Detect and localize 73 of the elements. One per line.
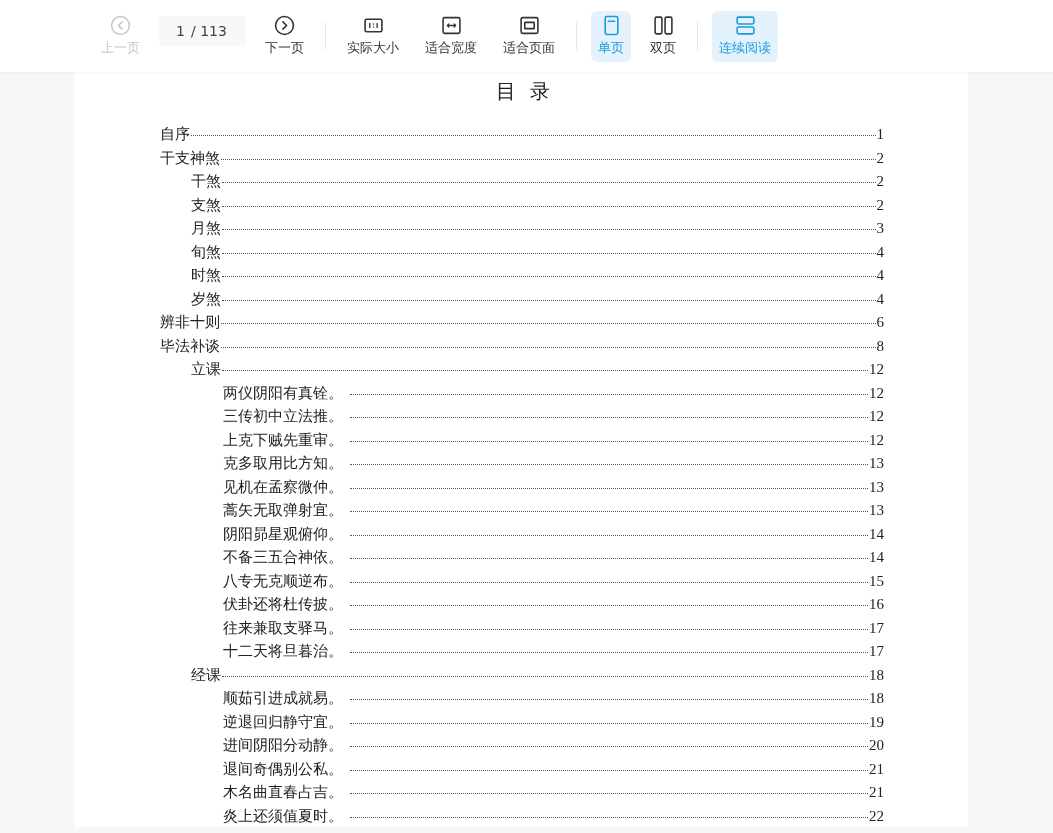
back-icon <box>110 14 131 36</box>
contents-title: 目 录 <box>494 78 555 105</box>
page-number: 16 <box>869 596 884 613</box>
toc-entry-title[interactable]: 不备三五合神依。 <box>223 548 343 567</box>
toc-entry-title[interactable]: 立课 <box>191 360 221 379</box>
page-number: 21 <box>869 784 884 801</box>
page-number: 2 <box>876 173 884 190</box>
page-number: 18 <box>869 690 884 707</box>
page-number: 22 <box>869 807 884 825</box>
toc-entry-title[interactable]: 蒿矢无取弹射宜。 <box>223 501 343 520</box>
toc-entry-title[interactable]: 两仪阴阳有真铨。 <box>223 383 343 403</box>
page-number: 4 <box>876 243 884 261</box>
toc-entry-title[interactable]: 进间阴阳分动静。 <box>223 736 343 755</box>
toc-entry-title[interactable]: 炎上还须值夏时。 <box>223 806 343 826</box>
toc-entry-title[interactable]: 克多取用比方知。 <box>223 454 343 473</box>
toolbar-button[interactable]: 适合页面 <box>496 10 562 62</box>
page-number: 13 <box>869 478 884 496</box>
toc-entry-title[interactable]: 干支神煞 <box>160 148 220 168</box>
page-number: 1 <box>876 126 884 143</box>
toc-entry-title[interactable]: 毕法补谈 <box>160 336 220 356</box>
toc-entry-title[interactable]: 阴阳昴星观俯仰。 <box>223 524 343 544</box>
page-number: 12 <box>869 384 884 402</box>
fit-width-icon <box>440 14 462 36</box>
toc-entry-title[interactable]: 月煞 <box>191 219 221 238</box>
toolbar-button[interactable]: 实际大小 <box>340 10 406 62</box>
page-number: 15 <box>869 572 884 590</box>
page-number: 4 <box>876 267 884 284</box>
toc-entry-title[interactable]: 见机在孟察微仲。 <box>223 477 343 497</box>
page-number: 6 <box>876 314 884 331</box>
toolbar-button[interactable]: 适合宽度 <box>418 10 484 62</box>
toolbar-button[interactable]: 双页 <box>643 10 683 62</box>
page-number: 14 <box>869 549 884 566</box>
two-pages-icon <box>652 14 674 36</box>
toc-entry-title[interactable]: 支煞 <box>191 195 221 215</box>
toc-entry-title[interactable]: 顺茹引进成就易。 <box>223 689 343 708</box>
page-number: 2 <box>876 196 884 214</box>
toc-entry-title[interactable]: 八专无克顺逆布。 <box>223 571 343 591</box>
toolbar-button[interactable]: 下一页 <box>258 10 311 62</box>
toc-entry-title[interactable]: 上克下贼先重审。 <box>223 430 343 450</box>
page-number: 12 <box>869 361 884 378</box>
page-number: 17 <box>869 619 884 637</box>
toc-entry-title[interactable]: 自序 <box>160 125 190 144</box>
toc-entry-title[interactable]: 岁煞 <box>191 289 221 309</box>
page-number-field[interactable]: 1 / 113 <box>159 16 246 46</box>
page-number: 17 <box>869 643 884 660</box>
toc-entry-title[interactable]: 退间奇偶别公私。 <box>223 759 343 779</box>
fit-page-icon <box>518 14 540 36</box>
page-number: 14 <box>869 525 884 543</box>
page-number: 19 <box>869 713 884 731</box>
toc-entry-title[interactable]: 辨非十则 <box>160 313 220 332</box>
toc-entry-title[interactable]: 逆退回归静守宜。 <box>223 712 343 732</box>
page-number: 20 <box>869 737 884 754</box>
stacked-pages-icon <box>734 14 756 36</box>
toc-entry-title[interactable]: 时煞 <box>191 266 221 285</box>
toc-entry-title[interactable]: 经课 <box>191 665 221 685</box>
toc-entry-title[interactable]: 旬煞 <box>191 242 221 262</box>
forward-icon <box>274 14 295 36</box>
page-number: 21 <box>869 760 884 778</box>
page-number: 12 <box>869 408 884 425</box>
page-number: 12 <box>869 431 884 449</box>
toc-entry-title[interactable]: 木名曲直春占吉。 <box>223 783 343 802</box>
page-number: 13 <box>869 502 884 519</box>
page-number: 2 <box>876 149 884 167</box>
page-number: 8 <box>876 337 884 355</box>
page-number: 18 <box>869 666 884 684</box>
page-number: 3 <box>876 220 884 237</box>
toc-entry-title[interactable]: 十二天将旦暮治。 <box>223 642 343 661</box>
toc-entry-title[interactable]: 伏卦还将杜传披。 <box>223 595 343 614</box>
toc-entry-title[interactable]: 三传初中立法推。 <box>223 407 343 426</box>
page-number: 13 <box>869 455 884 472</box>
page-number: 4 <box>876 290 884 308</box>
toc-entry-title[interactable]: 往来兼取支驿马。 <box>223 618 343 638</box>
toc-entry-title[interactable]: 干煞 <box>191 172 221 191</box>
